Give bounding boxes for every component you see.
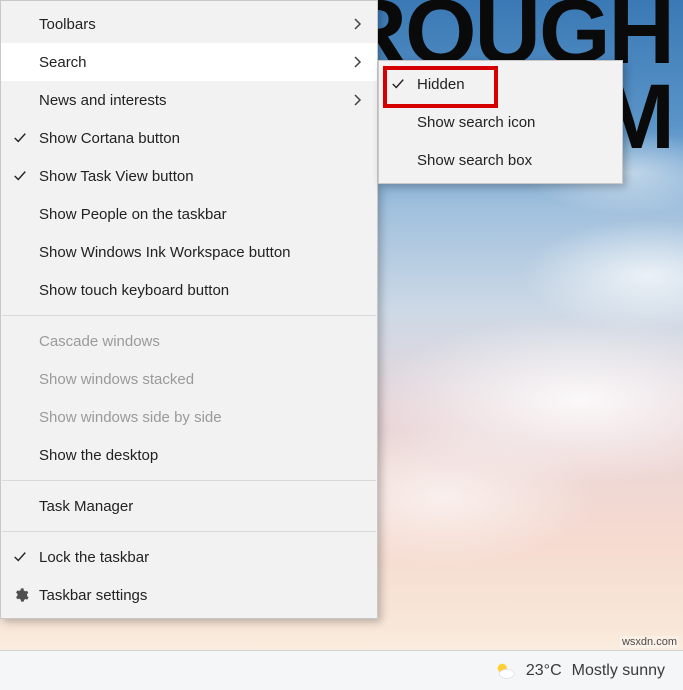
menu-item-label: Cascade windows (39, 333, 347, 350)
menu-item-show-cortana-button[interactable]: Show Cortana button (1, 119, 377, 157)
taskbar-context-menu: Toolbars Search News and interests Show Cor… (0, 0, 378, 619)
check-icon (391, 77, 417, 91)
weather-condition[interactable]: Mostly sunny (572, 662, 665, 680)
menu-item-label: Search (39, 54, 347, 71)
menu-item-label: Task Manager (39, 498, 347, 515)
menu-item-label: News and interests (39, 92, 347, 109)
menu-item-label: Toolbars (39, 16, 347, 33)
watermark: wsxdn.com (620, 636, 679, 648)
menu-item-label: Show Cortana button (39, 130, 347, 147)
menu-item-search[interactable]: Search (1, 43, 377, 81)
menu-separator (2, 315, 376, 316)
chevron-right-icon (347, 56, 363, 68)
check-icon (13, 131, 39, 145)
menu-item-label: Show the desktop (39, 447, 347, 464)
menu-item-news-and-interests[interactable]: News and interests (1, 81, 377, 119)
submenu-item-label: Show search box (417, 152, 608, 169)
submenu-item-label: Show search icon (417, 114, 608, 131)
chevron-right-icon (347, 18, 363, 30)
weather-temp[interactable]: 23°C (526, 662, 562, 680)
menu-item-label: Show touch keyboard button (39, 282, 347, 299)
submenu-item-hidden[interactable]: Hidden (379, 65, 622, 103)
menu-item-label: Show Windows Ink Workspace button (39, 244, 347, 261)
submenu-item-label: Hidden (417, 76, 608, 93)
menu-item-label: Show windows side by side (39, 409, 347, 426)
submenu-item-show-search-box[interactable]: Show search box (379, 141, 622, 179)
menu-item-show-the-desktop[interactable]: Show the desktop (1, 436, 377, 474)
menu-separator (2, 480, 376, 481)
menu-item-lock-the-taskbar[interactable]: Lock the taskbar (1, 538, 377, 576)
submenu-item-show-search-icon[interactable]: Show search icon (379, 103, 622, 141)
menu-item-show-windows-side-by-side: Show windows side by side (1, 398, 377, 436)
menu-item-show-task-view-button[interactable]: Show Task View button (1, 157, 377, 195)
menu-item-show-people-on-the-taskbar[interactable]: Show People on the taskbar (1, 195, 377, 233)
menu-item-label: Taskbar settings (39, 587, 347, 604)
taskbar[interactable]: 23°C Mostly sunny (0, 650, 683, 690)
menu-item-cascade-windows: Cascade windows (1, 322, 377, 360)
chevron-right-icon (347, 94, 363, 106)
search-submenu: Hidden Show search icon Show search box (378, 60, 623, 184)
menu-separator (2, 531, 376, 532)
menu-item-label: Show windows stacked (39, 371, 347, 388)
check-icon (13, 550, 39, 564)
menu-item-show-windows-stacked: Show windows stacked (1, 360, 377, 398)
weather-icon[interactable] (494, 660, 516, 682)
menu-item-label: Show People on the taskbar (39, 206, 347, 223)
gear-icon (13, 587, 39, 603)
menu-item-show-windows-ink-workspace-button[interactable]: Show Windows Ink Workspace button (1, 233, 377, 271)
menu-item-task-manager[interactable]: Task Manager (1, 487, 377, 525)
menu-item-label: Lock the taskbar (39, 549, 347, 566)
menu-item-toolbars[interactable]: Toolbars (1, 5, 377, 43)
check-icon (13, 169, 39, 183)
menu-item-taskbar-settings[interactable]: Taskbar settings (1, 576, 377, 614)
menu-item-label: Show Task View button (39, 168, 347, 185)
menu-item-show-touch-keyboard-button[interactable]: Show touch keyboard button (1, 271, 377, 309)
